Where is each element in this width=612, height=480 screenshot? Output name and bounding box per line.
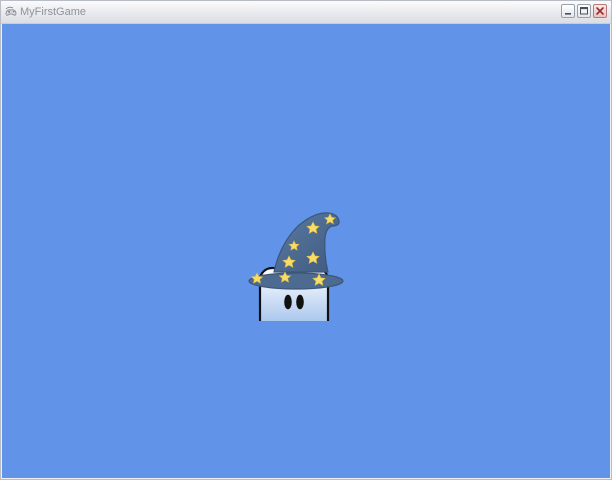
game-canvas[interactable] bbox=[2, 24, 610, 478]
wizard-sprite bbox=[248, 212, 344, 321]
title-bar[interactable]: MyFirstGame bbox=[1, 1, 611, 24]
game-window: MyFirstGame bbox=[0, 0, 612, 480]
gamepad-icon[interactable] bbox=[4, 5, 18, 19]
right-eye bbox=[296, 294, 304, 310]
maximize-icon bbox=[580, 7, 588, 15]
minimize-button[interactable] bbox=[561, 4, 575, 18]
maximize-button[interactable] bbox=[577, 4, 591, 18]
wizard-hat bbox=[248, 212, 344, 290]
close-button[interactable] bbox=[593, 4, 607, 18]
close-icon bbox=[596, 7, 604, 15]
window-title: MyFirstGame bbox=[20, 6, 86, 18]
left-eye bbox=[284, 294, 292, 310]
minimize-icon bbox=[565, 13, 571, 15]
